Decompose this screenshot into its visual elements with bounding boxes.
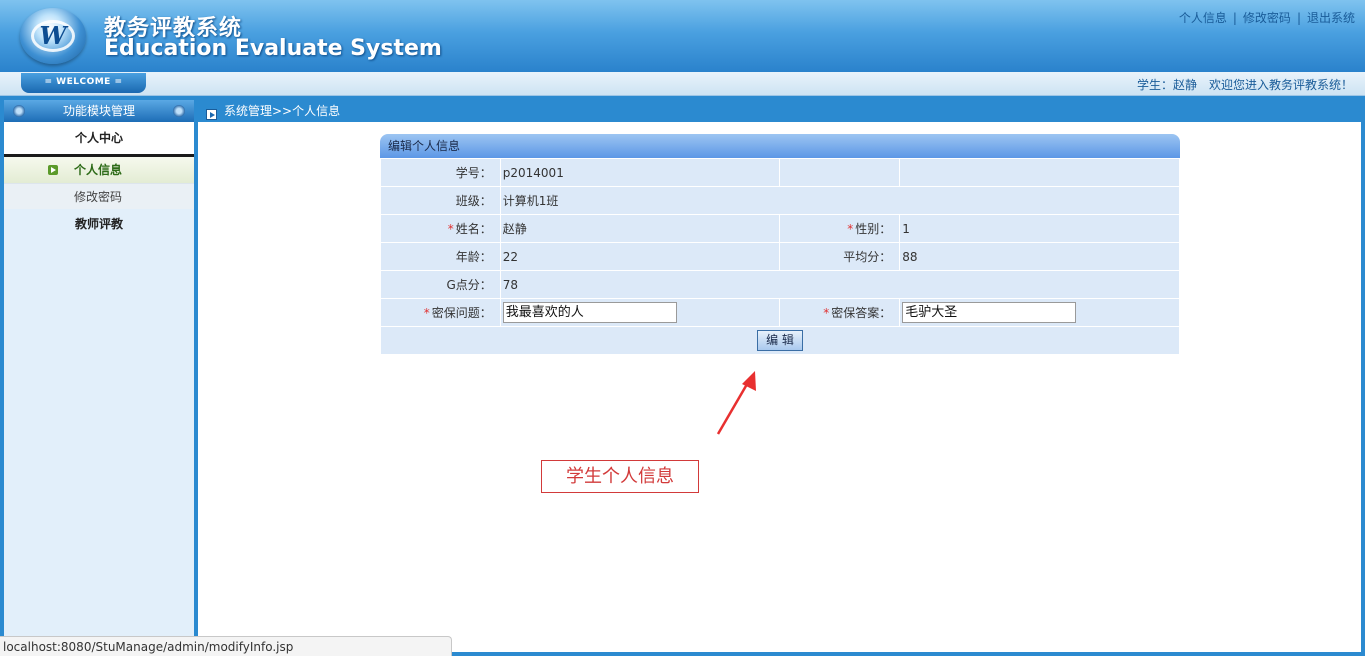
sidebar: 功能模块管理 个人中心 个人信息 修改密码 教师评教 [4,100,194,656]
user-greeting: 学生：赵静 欢迎您进入教务评教系统！ [1137,76,1353,93]
security-question-input[interactable]: 我最喜欢的人 [502,302,677,323]
gender-label: 性别： [855,222,892,236]
breadcrumb-text: 系统管理>>个人信息 [224,104,341,118]
security-answer-cell: 毛驴大圣 [899,298,1180,327]
edit-button[interactable]: 编 辑 [757,330,803,351]
button-row: 编 辑 [380,326,1180,355]
profile-link[interactable]: 个人信息 [1179,11,1227,25]
main-content: 编辑个人信息 学号： p2014001 班级： 计算机1班 * 姓名： 赵静 * 性… [198,122,1361,652]
bullet-icon [173,105,185,117]
empty-cell [779,158,901,187]
button-cell: 编 辑 [380,326,1180,355]
logo-icon: W [20,8,86,64]
logout-link[interactable]: 退出系统 [1307,11,1355,25]
g-score-label: G点分： [380,270,501,299]
annotation-label: 学生个人信息 [541,460,699,493]
avg-score-value: 88 [899,242,1180,271]
link-separator: | [1232,11,1237,25]
app-header: W 教务评教系统 Education Evaluate System 个人信息 |… [0,0,1365,72]
age-value: 22 [499,242,781,271]
gender-label-cell: * 性别： [779,214,901,243]
name-label-cell: * 姓名： [380,214,501,243]
security-question-label-cell: * 密保问题： [380,298,501,327]
required-mark: * [847,222,854,236]
student-no-label: 学号： [380,158,501,187]
table-row: 班级： 计算机1班 [380,186,1181,215]
status-bar-url: localhost:8080/StuManage/admin/modifyInf… [0,636,452,656]
change-password-link[interactable]: 修改密码 [1243,11,1291,25]
class-value: 计算机1班 [499,186,1181,215]
edit-info-panel: 编辑个人信息 学号： p2014001 班级： 计算机1班 * 姓名： 赵静 * 性… [380,134,1181,355]
security-question-label: 密保问题： [431,306,492,320]
current-user: 学生：赵静 [1136,78,1197,92]
sub-bar: = WELCOME = 学生：赵静 欢迎您进入教务评教系统！ [0,72,1365,96]
panel-title: 编辑个人信息 [380,134,1180,158]
welcome-tab: = WELCOME = [21,73,146,93]
sidebar-item-label: 个人信息 [74,163,123,177]
table-row: G点分： 78 [380,270,1181,299]
avg-score-label: 平均分： [779,242,901,271]
arrow-shaft [716,378,752,435]
table-row: * 姓名： 赵静 * 性别： 1 [380,214,1180,243]
table-row: 学号： p2014001 [380,158,1180,187]
bullet-icon [13,105,25,117]
play-icon [206,109,217,120]
sidebar-title-text: 功能模块管理 [62,104,135,118]
security-answer-label: 密保答案： [831,306,892,320]
sidebar-group-evaluate[interactable]: 教师评教 [4,209,194,239]
gender-value: 1 [899,214,1180,243]
table-row: * 密保问题： 我最喜欢的人 * 密保答案： 毛驴大圣 [380,298,1180,327]
info-form: 学号： p2014001 班级： 计算机1班 * 姓名： 赵静 * 性别： 1 年龄… [380,158,1181,355]
security-question-cell: 我最喜欢的人 [499,298,781,327]
breadcrumb: 系统管理>>个人信息 [198,100,1365,122]
class-label: 班级： [380,186,501,215]
sidebar-item-profile[interactable]: 个人信息 [4,157,194,183]
required-mark: * [423,306,430,320]
annotation-arrow-icon [716,371,756,435]
sidebar-item-label: 修改密码 [74,190,123,204]
g-score-value: 78 [499,270,1181,299]
top-links: 个人信息 | 修改密码 | 退出系统 [1179,9,1355,26]
security-answer-input[interactable]: 毛驴大圣 [902,302,1077,323]
security-answer-label-cell: * 密保答案： [779,298,901,327]
sidebar-group-personal[interactable]: 个人中心 [4,122,194,157]
required-mark: * [447,222,454,236]
sidebar-title: 功能模块管理 [4,100,194,122]
logo-letter: W [39,21,67,50]
required-mark: * [823,306,830,320]
empty-cell [899,158,1180,187]
age-label: 年龄： [380,242,501,271]
student-no-value: p2014001 [499,158,781,187]
sidebar-item-change-password[interactable]: 修改密码 [4,183,194,209]
link-separator: | [1296,11,1301,25]
name-label: 姓名： [455,222,492,236]
welcome-message: 欢迎您进入教务评教系统！ [1208,78,1353,92]
name-value: 赵静 [499,214,781,243]
arrow-right-icon [48,165,58,175]
table-row: 年龄： 22 平均分： 88 [380,242,1180,271]
app-title-en: Education Evaluate System [104,36,442,61]
